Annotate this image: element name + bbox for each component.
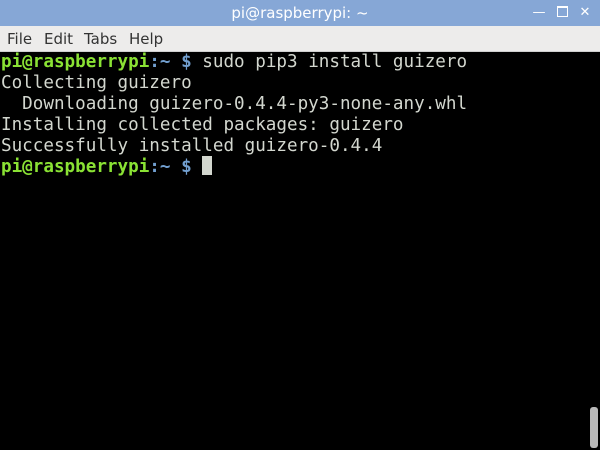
menu-help[interactable]: Help bbox=[129, 30, 163, 48]
terminal-output[interactable]: pi@raspberrypi:~ $ sudo pip3 install gui… bbox=[0, 52, 588, 450]
close-icon: ✕ bbox=[579, 5, 591, 20]
prompt-symbol: $ bbox=[181, 52, 192, 72]
output-line: Collecting guizero bbox=[1, 73, 192, 93]
maximize-icon bbox=[556, 6, 568, 17]
menu-tabs[interactable]: Tabs bbox=[84, 30, 117, 48]
active-prompt-line: pi@raspberrypi:~ $ bbox=[0, 156, 588, 178]
prompt-separator: : bbox=[149, 157, 160, 177]
maximize-button[interactable] bbox=[553, 4, 571, 22]
command-line: pi@raspberrypi:~ $ sudo pip3 install gui… bbox=[0, 52, 588, 73]
command-text: sudo pip3 install guizero bbox=[202, 52, 468, 72]
prompt-symbol: $ bbox=[181, 157, 192, 177]
output-line: Successfully installed guizero-0.4.4 bbox=[1, 136, 383, 156]
scrollbar-thumb[interactable] bbox=[590, 407, 598, 448]
output-line: Installing collected packages: guizero bbox=[1, 115, 404, 135]
close-button[interactable]: ✕ bbox=[576, 4, 594, 22]
window-title: pi@raspberrypi: ~ bbox=[231, 4, 369, 22]
prompt-user: pi@raspberrypi bbox=[1, 157, 150, 177]
menu-bar: File Edit Tabs Help bbox=[0, 26, 600, 52]
prompt-user: pi@raspberrypi bbox=[1, 52, 150, 72]
minimize-button[interactable]: — bbox=[530, 4, 548, 22]
prompt-separator: : bbox=[149, 52, 160, 72]
vertical-scrollbar[interactable] bbox=[588, 52, 600, 450]
terminal-window: pi@raspberrypi: ~ — ✕ File Edit Tabs Hel… bbox=[0, 0, 600, 450]
minimize-icon: — bbox=[532, 5, 546, 20]
menu-file[interactable]: File bbox=[7, 30, 32, 48]
prompt-path: ~ bbox=[159, 157, 171, 177]
output-line: Downloading guizero-0.4.4-py3-none-any.w… bbox=[1, 94, 468, 114]
prompt-path: ~ bbox=[159, 52, 171, 72]
text-cursor bbox=[202, 156, 213, 175]
menu-edit[interactable]: Edit bbox=[44, 30, 73, 48]
title-bar[interactable]: pi@raspberrypi: ~ — ✕ bbox=[0, 0, 600, 26]
